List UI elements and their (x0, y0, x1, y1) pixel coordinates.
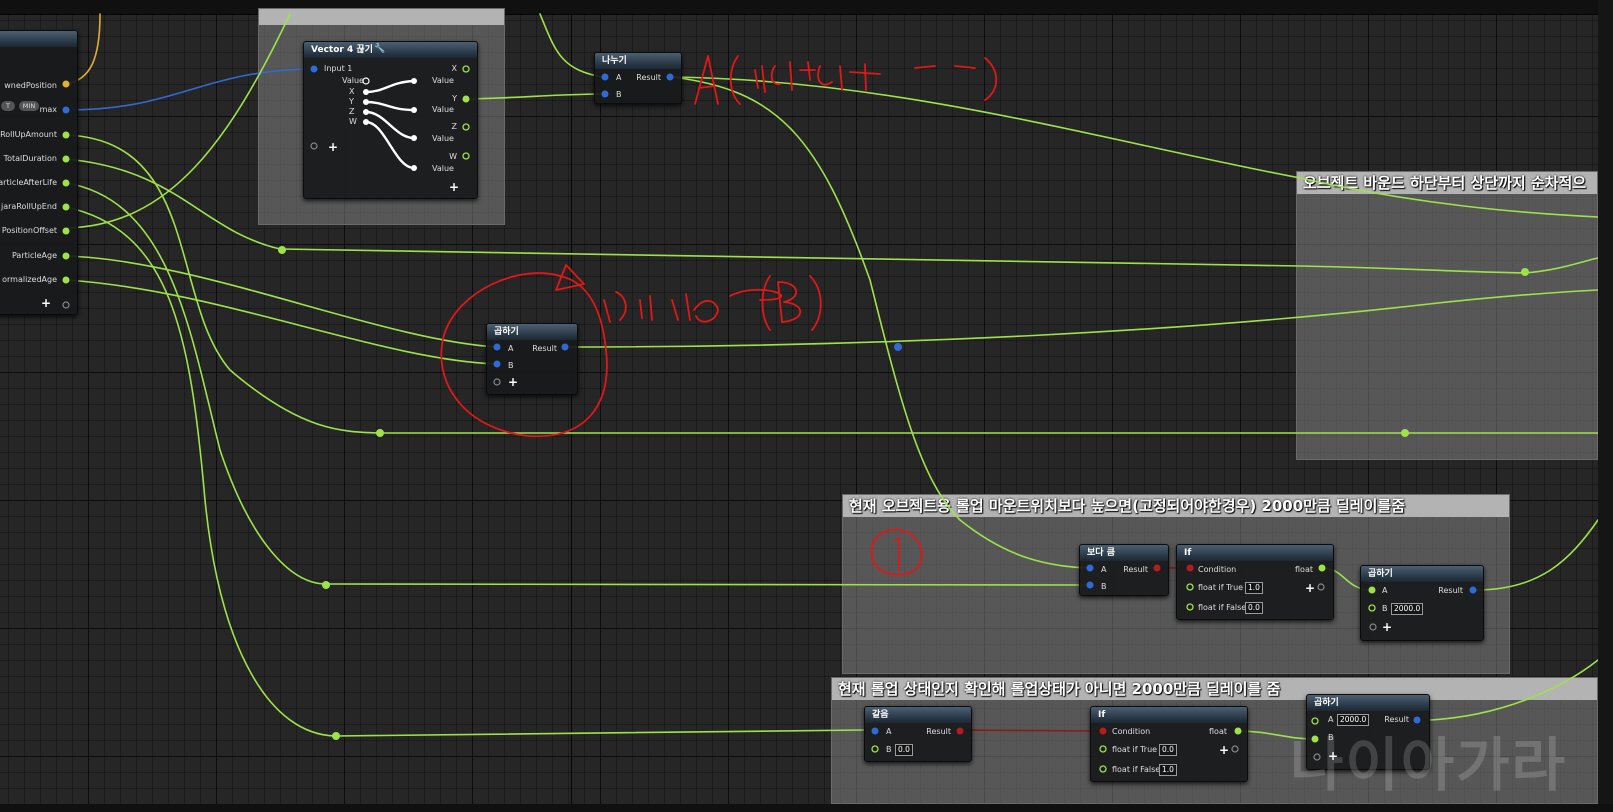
annotation-letter-a (694, 55, 719, 105)
annotation-handwritten-b (603, 275, 822, 331)
right-panel-edge (1598, 0, 1613, 812)
annotation-scribble (914, 57, 998, 101)
annotation-paren (729, 55, 741, 105)
circled-number-one (870, 528, 923, 576)
bottom-bar (0, 804, 1613, 812)
annotation-layer (440, 55, 998, 576)
watermark-text: 나이아가라 (1290, 731, 1567, 799)
annotation-korean-scribble (754, 61, 881, 93)
circle-annotation (440, 272, 608, 438)
